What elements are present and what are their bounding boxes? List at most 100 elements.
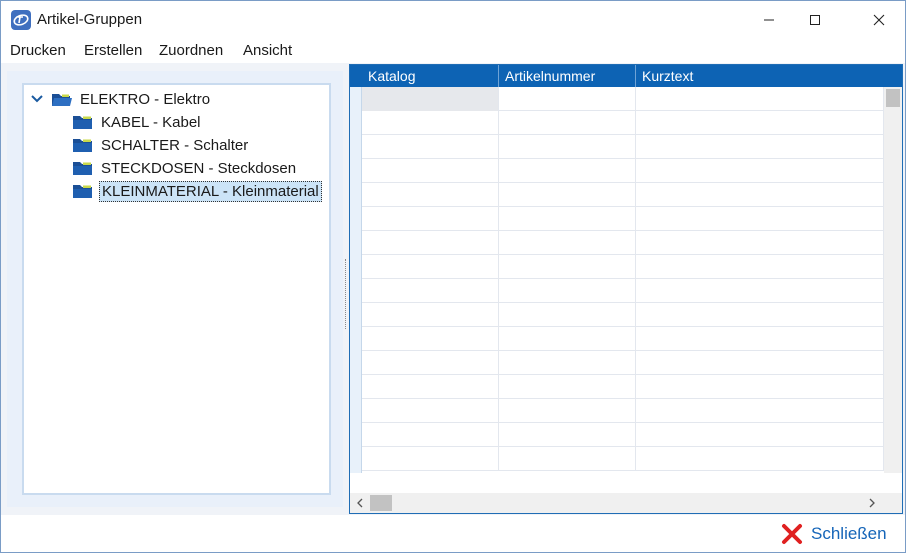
close-button[interactable]: Schließen	[781, 522, 887, 546]
tree-node-elektro[interactable]: ELEKTRO - Elektro	[30, 88, 212, 110]
folder-open-icon	[52, 93, 72, 106]
menu-erstellen[interactable]: Erstellen	[84, 42, 142, 59]
column-header-kurztext[interactable]: Kurztext	[636, 65, 884, 87]
grid-header: Katalog Artikelnummer Kurztext	[350, 65, 902, 87]
table-cell[interactable]	[499, 279, 636, 303]
table-row[interactable]	[362, 303, 884, 327]
table-cell[interactable]	[499, 207, 636, 231]
table-cell[interactable]	[499, 87, 636, 111]
table-cell[interactable]	[499, 111, 636, 135]
minimize-button[interactable]	[746, 1, 792, 39]
splitter-handle[interactable]	[345, 259, 347, 329]
table-row[interactable]	[362, 375, 884, 399]
article-grid[interactable]: Katalog Artikelnummer Kurztext	[349, 64, 903, 514]
tree-node-steckdosen[interactable]: STECKDOSEN - Steckdosen	[73, 157, 298, 179]
table-cell[interactable]	[499, 255, 636, 279]
table-cell[interactable]	[362, 255, 499, 279]
horizontal-scrollbar[interactable]	[350, 493, 902, 513]
vertical-scroll-thumb[interactable]	[886, 89, 900, 107]
table-cell[interactable]	[362, 207, 499, 231]
table-cell[interactable]	[362, 159, 499, 183]
table-cell[interactable]	[362, 87, 499, 111]
column-header-katalog[interactable]: Katalog	[362, 65, 499, 87]
table-cell[interactable]	[499, 351, 636, 375]
close-window-button[interactable]	[856, 1, 902, 39]
table-cell[interactable]	[362, 351, 499, 375]
table-cell[interactable]	[362, 279, 499, 303]
table-cell[interactable]	[362, 375, 499, 399]
table-row[interactable]	[362, 423, 884, 447]
tree-label-kabel: KABEL - Kabel	[101, 113, 201, 131]
table-row[interactable]	[362, 351, 884, 375]
title-bar: Artikel-Gruppen	[1, 1, 905, 39]
table-row[interactable]	[362, 447, 884, 471]
table-cell[interactable]	[636, 447, 884, 471]
table-cell[interactable]	[499, 375, 636, 399]
table-cell[interactable]	[636, 231, 884, 255]
scroll-right-arrow-icon[interactable]	[862, 493, 882, 513]
table-cell[interactable]	[499, 135, 636, 159]
table-cell[interactable]	[636, 351, 884, 375]
table-cell[interactable]	[362, 447, 499, 471]
table-cell[interactable]	[362, 183, 499, 207]
table-cell[interactable]	[362, 111, 499, 135]
table-row[interactable]	[362, 327, 884, 351]
table-cell[interactable]	[362, 135, 499, 159]
table-row[interactable]	[362, 207, 884, 231]
table-cell[interactable]	[636, 399, 884, 423]
tree-node-kleinmaterial[interactable]: KLEINMATERIAL - Kleinmaterial	[73, 180, 322, 202]
table-cell[interactable]	[362, 423, 499, 447]
table-cell[interactable]	[636, 375, 884, 399]
table-row[interactable]	[362, 279, 884, 303]
menu-zuordnen[interactable]: Zuordnen	[159, 42, 223, 59]
tree-label-elektro: ELEKTRO - Elektro	[80, 90, 211, 108]
menu-ansicht[interactable]: Ansicht	[243, 42, 292, 59]
table-cell[interactable]	[499, 159, 636, 183]
table-cell[interactable]	[636, 423, 884, 447]
table-row[interactable]	[362, 111, 884, 135]
table-cell[interactable]	[362, 399, 499, 423]
table-row[interactable]	[362, 87, 884, 111]
table-cell[interactable]	[636, 327, 884, 351]
group-tree[interactable]: ELEKTRO - Elektro KABEL - Kabel SCHALTER…	[22, 83, 331, 495]
table-cell[interactable]	[499, 183, 636, 207]
vertical-scrollbar[interactable]	[884, 87, 902, 473]
table-cell[interactable]	[499, 423, 636, 447]
table-cell[interactable]	[362, 303, 499, 327]
close-window-icon	[873, 14, 885, 26]
table-row[interactable]	[362, 255, 884, 279]
table-cell[interactable]	[636, 183, 884, 207]
column-header-artikelnummer[interactable]: Artikelnummer	[499, 65, 636, 87]
table-cell[interactable]	[636, 255, 884, 279]
table-cell[interactable]	[636, 279, 884, 303]
table-cell[interactable]	[499, 447, 636, 471]
table-cell[interactable]	[499, 231, 636, 255]
table-row[interactable]	[362, 399, 884, 423]
chevron-down-icon[interactable]	[30, 92, 44, 106]
table-cell[interactable]	[636, 135, 884, 159]
table-cell[interactable]	[636, 159, 884, 183]
horizontal-scroll-thumb[interactable]	[370, 495, 392, 511]
table-row[interactable]	[362, 135, 884, 159]
app-logo-icon	[11, 10, 31, 30]
tree-node-schalter[interactable]: SCHALTER - Schalter	[73, 134, 250, 156]
tree-node-kabel[interactable]: KABEL - Kabel	[73, 111, 203, 133]
tree-label-kleinmaterial: KLEINMATERIAL - Kleinmaterial	[99, 180, 322, 202]
table-cell[interactable]	[362, 327, 499, 351]
table-cell[interactable]	[636, 207, 884, 231]
artikel-gruppen-window: Artikel-Gruppen Drucken Erstellen Zuordn…	[0, 0, 906, 553]
table-cell[interactable]	[499, 399, 636, 423]
table-cell[interactable]	[499, 327, 636, 351]
table-cell[interactable]	[499, 303, 636, 327]
table-row[interactable]	[362, 183, 884, 207]
table-cell[interactable]	[636, 303, 884, 327]
table-row[interactable]	[362, 159, 884, 183]
table-row[interactable]	[362, 231, 884, 255]
table-cell[interactable]	[362, 231, 499, 255]
table-cell[interactable]	[636, 87, 884, 111]
maximize-button[interactable]	[792, 1, 838, 39]
scroll-left-arrow-icon[interactable]	[350, 493, 370, 513]
menu-drucken[interactable]: Drucken	[10, 42, 66, 59]
footer-bar: Schließen	[1, 515, 905, 552]
table-cell[interactable]	[636, 111, 884, 135]
